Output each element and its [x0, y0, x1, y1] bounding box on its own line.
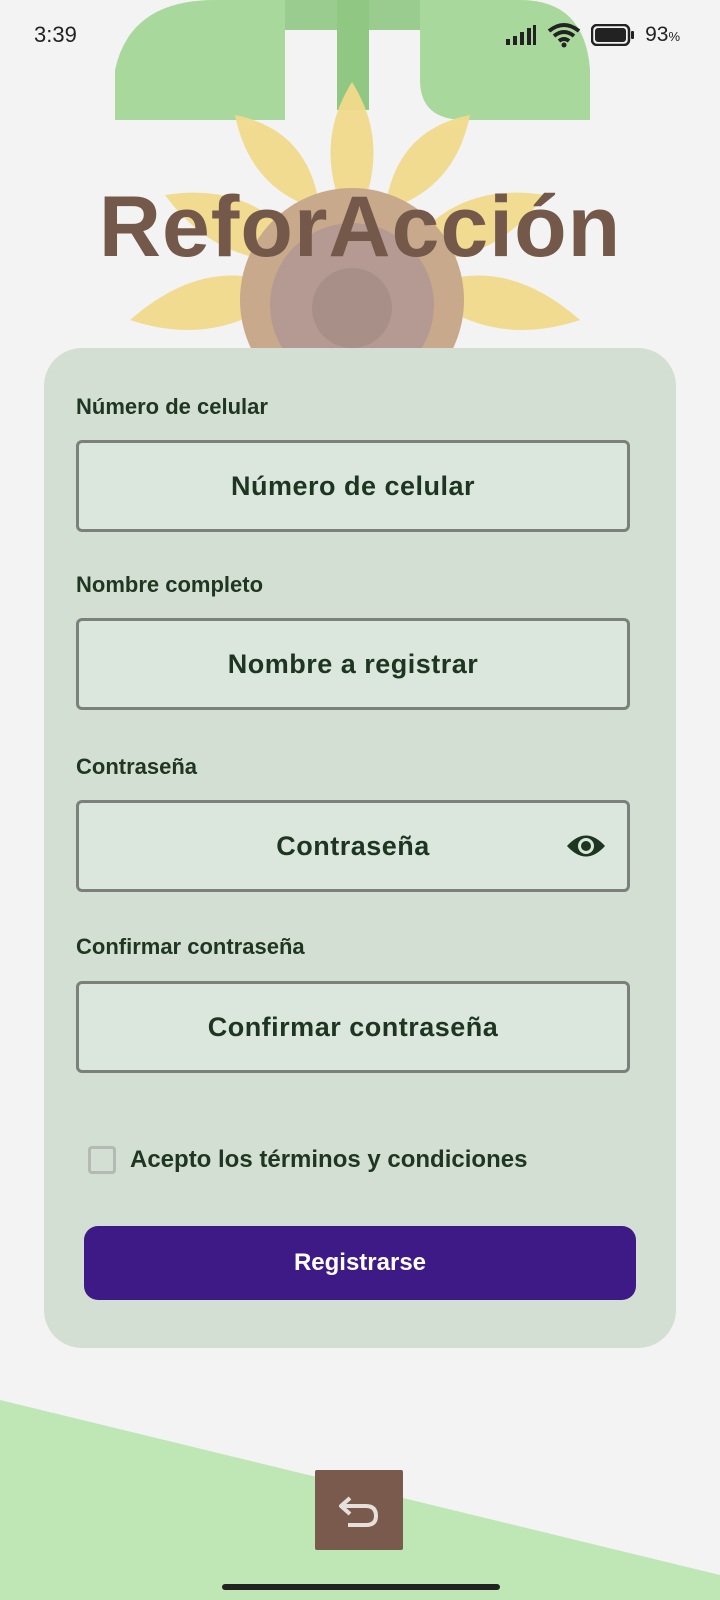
back-arrow-icon	[339, 1496, 379, 1527]
confirm-password-label: Confirmar contraseña	[76, 934, 305, 959]
register-button[interactable]: Registrarse	[84, 1226, 636, 1300]
wifi-icon	[547, 23, 581, 48]
name-label: Nombre completo	[76, 572, 264, 597]
signal-icon	[506, 25, 537, 45]
phone-label: Número de celular	[76, 394, 268, 419]
battery-percent: 93%	[645, 23, 680, 46]
status-time: 3:39	[34, 22, 77, 47]
battery-icon	[591, 24, 635, 46]
name-input[interactable]: Nombre a registrar	[76, 618, 630, 710]
password-input[interactable]: Contraseña	[76, 800, 630, 892]
password-label: Contraseña	[76, 754, 198, 779]
terms-label: Acepto los términos y condiciones	[130, 1146, 528, 1173]
password-placeholder: Contraseña	[276, 830, 430, 861]
confirm-password-placeholder: Confirmar contraseña	[207, 1011, 499, 1042]
confirm-password-input[interactable]: Confirmar contraseña	[76, 981, 630, 1073]
terms-checkbox[interactable]	[88, 1146, 116, 1174]
terms-row[interactable]: Acepto los términos y condiciones	[88, 1146, 527, 1174]
eye-icon[interactable]	[565, 831, 607, 861]
phone-placeholder: Número de celular	[230, 470, 476, 501]
phone-input[interactable]: Número de celular	[76, 440, 630, 532]
home-indicator[interactable]	[222, 1584, 500, 1590]
status-icons: 93%	[505, 22, 680, 48]
registration-form: Número de celular Número de celular Nomb…	[44, 348, 676, 1348]
status-bar: 3:39 93%	[0, 0, 720, 72]
name-placeholder: Nombre a registrar	[227, 648, 479, 679]
app-title: ReforAcción	[98, 179, 622, 275]
back-button[interactable]	[315, 1470, 403, 1550]
